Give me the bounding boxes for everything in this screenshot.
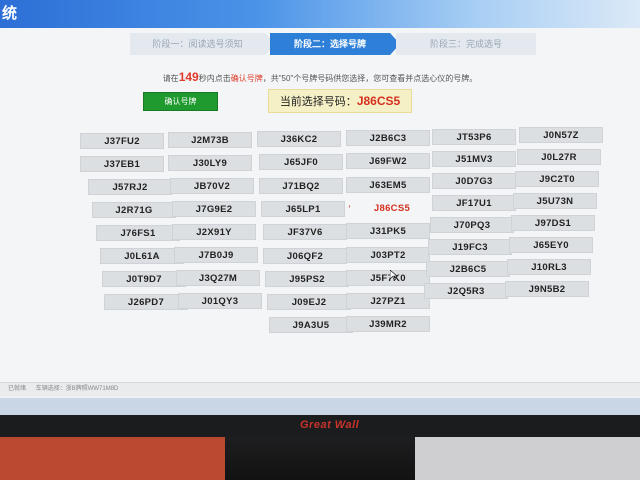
plate-option[interactable]: J9A3U5	[269, 317, 353, 333]
plate-option[interactable]: J51MV3	[432, 151, 516, 167]
plate-option[interactable]: J0L61A	[100, 248, 184, 264]
current-selection-label: 当前选择号码：	[279, 96, 357, 108]
plate-option[interactable]: J09EJ2	[267, 294, 351, 310]
desk-right	[415, 437, 640, 480]
desk-left	[0, 437, 225, 480]
plate-option[interactable]: J7G9E2	[172, 201, 256, 217]
plate-option[interactable]: J37EB1	[80, 156, 164, 172]
instruction-text: 请在149秒内点击确认号牌，共"50"个号牌号码供您选择，您可查看并点选心仪的号…	[0, 70, 640, 84]
main-content: 阶段一：阅读选号须知 阶段二：选择号牌 阶段三：完成选号 请在149秒内点击确认…	[0, 28, 640, 388]
plate-option[interactable]: J01QY3	[178, 293, 262, 309]
plate-option[interactable]: J27PZ1	[346, 293, 430, 309]
plate-option[interactable]: J65JF0	[259, 154, 343, 170]
window-titlebar: 统	[0, 0, 640, 28]
step-3-label: 阶段三：完成选号	[429, 39, 502, 49]
instruction-highlight: 确认号牌	[230, 74, 263, 83]
plate-option[interactable]: J76FS1	[96, 225, 180, 241]
plate-option[interactable]: J2B6C3	[346, 130, 430, 146]
step-2-active: 阶段二：选择号牌	[270, 33, 400, 55]
plate-option[interactable]: J65LP1	[261, 201, 345, 217]
plate-option[interactable]: J0T9D7	[102, 271, 186, 287]
plate-option[interactable]: J63EM5	[346, 177, 430, 193]
plate-option[interactable]: J3Q27M	[176, 270, 260, 286]
countdown-timer: 149	[178, 70, 199, 84]
plate-option[interactable]: J36KC2	[257, 131, 341, 147]
plate-option[interactable]: JB70V2	[170, 178, 254, 194]
plate-option[interactable]: J26PD7	[104, 294, 188, 310]
plate-option[interactable]: J97DS1	[511, 215, 595, 231]
monitor-screen: 统 阶段一：阅读选号须知 阶段二：选择号牌 阶段三：完成选号 请在149秒内点击…	[0, 0, 640, 415]
taskbar	[0, 398, 640, 415]
plate-option[interactable]: J30LY9	[168, 155, 252, 171]
plate-option[interactable]: J10RL3	[507, 259, 591, 275]
step-1-label: 阶段一：阅读选号须知	[152, 39, 243, 49]
plate-option[interactable]: J0N57Z	[519, 127, 603, 143]
instruction-prefix: 请在	[162, 74, 179, 83]
current-selection-box: 当前选择号码：J86CS5	[268, 89, 412, 113]
plate-option[interactable]: J2X91Y	[172, 224, 256, 240]
plate-option[interactable]: J69FW2	[346, 153, 430, 169]
plate-option[interactable]: J06QF2	[263, 248, 347, 264]
step-1: 阶段一：阅读选号须知	[130, 33, 275, 55]
plate-option[interactable]: J2M73B	[168, 132, 252, 148]
instruction-suffix: ，共"50"个号牌号码供您选择，您可查看并点选心仪的号牌。	[262, 74, 478, 83]
status-left: 已就绪	[8, 386, 27, 392]
plate-option[interactable]: J03PT2	[346, 247, 430, 263]
monitor-stand	[225, 437, 415, 480]
plate-option[interactable]: J9C2T0	[515, 171, 599, 187]
plate-option[interactable]: JT53P6	[432, 129, 516, 145]
plate-option[interactable]: J19FC3	[428, 239, 512, 255]
status-right: 车辆选择：浙B牌照WW71M8D	[35, 386, 119, 392]
plate-option[interactable]: J31PK5	[346, 223, 430, 239]
step-2-label: 阶段二：选择号牌	[293, 39, 366, 49]
plate-option[interactable]: J95PS2	[265, 271, 349, 287]
plate-option[interactable]: JF37V6	[263, 224, 347, 240]
plate-option[interactable]: JF17U1	[432, 195, 516, 211]
plate-option[interactable]: J39MR2	[346, 316, 430, 332]
brand-logo: Great Wall	[300, 419, 360, 431]
plate-option[interactable]: J37FU2	[80, 133, 164, 149]
plate-option[interactable]: J5U73N	[513, 193, 597, 209]
plate-option[interactable]: J65EY0	[509, 237, 593, 253]
plate-option[interactable]: J2B6C5	[426, 261, 510, 277]
step-3: 阶段三：完成选号	[396, 33, 536, 55]
plate-option[interactable]: J2Q5R3	[424, 283, 508, 299]
current-selection-value: J86CS5	[356, 94, 401, 108]
confirm-plate-button[interactable]: 确认号牌	[143, 92, 218, 111]
mouse-cursor-icon	[390, 270, 398, 280]
plate-option[interactable]: J57RJ2	[88, 179, 172, 195]
window-title: 统	[2, 5, 18, 22]
plate-option[interactable]: J86CS5	[350, 200, 434, 216]
plate-option[interactable]: J9N5B2	[505, 281, 589, 297]
plate-option[interactable]: J0L27R	[517, 149, 601, 165]
status-bar: 已就绪 车辆选择：浙B牌照WW71M8D	[0, 382, 640, 396]
plate-option[interactable]: J2R71G	[92, 202, 176, 218]
plate-option[interactable]: J70PQ3	[430, 217, 514, 233]
plate-option[interactable]: J5F7K0	[346, 270, 430, 286]
plate-option[interactable]: J7B0J9	[174, 247, 258, 263]
plate-option[interactable]: J0D7G3	[432, 173, 516, 189]
instruction-mid: 秒内点击	[198, 74, 231, 83]
plate-option[interactable]: J71BQ2	[259, 178, 343, 194]
